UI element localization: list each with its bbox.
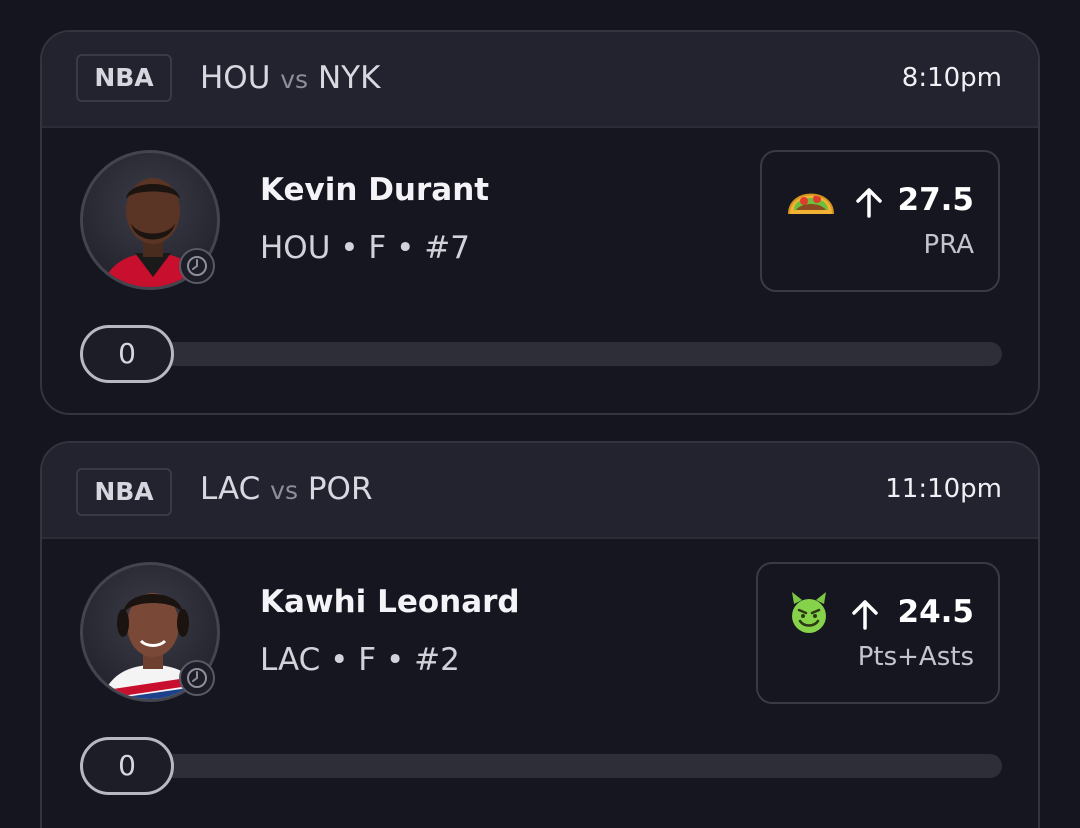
away-team: HOU bbox=[200, 60, 271, 96]
matchup: HOU vs NYK bbox=[200, 56, 380, 102]
matchup: LAC vs POR bbox=[200, 467, 372, 513]
home-team: POR bbox=[307, 471, 373, 507]
line-value: 27.5 bbox=[897, 182, 975, 218]
league-badge: NBA bbox=[76, 468, 172, 516]
smiling-devil-icon bbox=[792, 592, 826, 633]
pick-card[interactable]: NBA HOU vs NYK 8:10pm Kevin Durant HOU •… bbox=[40, 30, 1040, 415]
league-badge: NBA bbox=[76, 54, 172, 102]
progress-track bbox=[80, 342, 1002, 366]
stat-type: PRA bbox=[923, 230, 974, 260]
away-team: LAC bbox=[200, 471, 261, 507]
clock-icon bbox=[179, 248, 215, 284]
clock-icon bbox=[179, 660, 215, 696]
pick-line-box[interactable]: 27.5 PRA bbox=[760, 150, 1000, 292]
pick-line-box[interactable]: 24.5 Pts+Asts bbox=[756, 562, 1000, 704]
arrow-up-icon bbox=[856, 188, 882, 218]
stat-type: Pts+Asts bbox=[857, 642, 974, 672]
card-header: NBA LAC vs POR 11:10pm bbox=[42, 443, 1038, 539]
vs-label: vs bbox=[270, 476, 298, 505]
pick-card[interactable]: NBA LAC vs POR 11:10pm Kawhi Leonard LAC… bbox=[40, 441, 1040, 828]
taco-icon bbox=[788, 193, 834, 215]
home-team: NYK bbox=[317, 60, 381, 96]
player-name: Kevin Durant bbox=[260, 172, 490, 208]
vs-label: vs bbox=[280, 65, 309, 94]
player-meta: HOU • F • #7 bbox=[260, 230, 470, 266]
card-header: NBA HOU vs NYK 8:10pm bbox=[42, 32, 1038, 128]
progress-indicator: 0 bbox=[80, 737, 174, 795]
game-time: 8:10pm bbox=[901, 63, 1002, 93]
progress-track bbox=[80, 754, 1002, 778]
progress-indicator: 0 bbox=[80, 325, 174, 383]
player-name: Kawhi Leonard bbox=[260, 584, 520, 620]
game-time: 11:10pm bbox=[885, 474, 1002, 504]
line-value: 24.5 bbox=[897, 594, 975, 630]
arrow-up-icon bbox=[852, 600, 878, 630]
player-meta: LAC • F • #2 bbox=[260, 642, 460, 678]
